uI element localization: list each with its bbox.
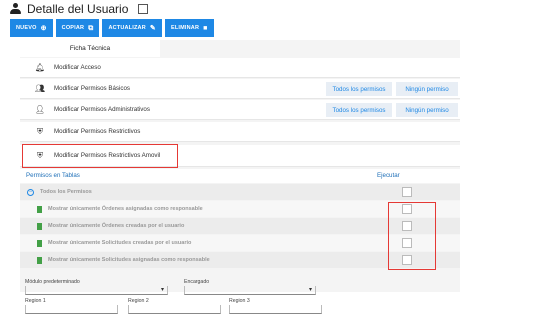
perm-row-basicos[interactable]: 👥︎ Modificar Permisos Básicos Todos los … <box>20 79 460 99</box>
perm-row-acceso[interactable]: 🔔︎ Modificar Acceso <box>20 58 460 78</box>
copiar-button[interactable]: COPIAR ⧉ <box>55 19 100 37</box>
region3-select[interactable] <box>229 305 322 314</box>
region3-label: Region 3 <box>229 298 250 304</box>
collapse-icon[interactable]: − <box>27 188 34 196</box>
chevron-down-icon: ▾ <box>160 287 164 293</box>
nuevo-button[interactable]: NUEVO ⊕ <box>10 19 53 37</box>
bell-icon: 🔔︎ <box>34 63 46 72</box>
shield-icon: ⛨ <box>37 126 43 136</box>
perm-row-restrictivos[interactable]: ⛨ Modificar Permisos Restrictivos <box>20 122 460 142</box>
tab-ficha-tecnica[interactable]: Ficha Técnica <box>20 40 160 57</box>
ningun-permiso-button[interactable]: Ningún permiso <box>396 103 458 117</box>
highlight-box <box>388 202 436 270</box>
actualizar-button[interactable]: ACTUALIZAR ✎ <box>102 19 162 37</box>
ningun-permiso-button[interactable]: Ningún permiso <box>396 82 458 96</box>
chevron-down-icon: ▾ <box>308 287 312 293</box>
eliminar-button[interactable]: ELIMINAR ■ <box>164 19 214 37</box>
region1-select[interactable] <box>25 305 118 314</box>
document-icon <box>37 256 42 264</box>
region2-label: Region 2 <box>128 298 149 304</box>
trash-icon: ■ <box>203 24 208 32</box>
encargado-select[interactable]: ▾ <box>184 286 316 295</box>
window-square-icon[interactable] <box>138 4 149 14</box>
group-icon: 👥︎ <box>34 84 46 93</box>
document-icon <box>37 222 42 230</box>
user-icon <box>10 3 21 15</box>
document-icon <box>37 239 42 247</box>
section-title: Permisos en Tablas <box>26 172 80 179</box>
pencil-icon: ✎ <box>149 24 156 32</box>
perm-row-administrativos[interactable]: 👤︎ Modificar Permisos Administrativos To… <box>20 100 460 120</box>
document-icon <box>37 205 42 213</box>
region1-label: Region 1 <box>25 298 46 304</box>
plus-circle-icon: ⊕ <box>40 24 47 32</box>
tree-row-root[interactable]: − Todos los Permisos <box>20 184 460 200</box>
modulo-select[interactable]: ▾ <box>25 286 168 295</box>
todos-permisos-button[interactable]: Todos los permisos <box>326 103 392 117</box>
permisos-tablas-header: Permisos en Tablas Ejecutar <box>20 169 460 183</box>
page-header: Detalle del Usuario <box>10 0 149 18</box>
encargado-label: Encargado <box>184 279 210 285</box>
ejecutar-checkbox[interactable] <box>402 187 412 197</box>
person-icon: 👤︎ <box>34 105 46 114</box>
copy-icon: ⧉ <box>88 24 94 32</box>
todos-permisos-button[interactable]: Todos los permisos <box>326 82 392 96</box>
toolbar: NUEVO ⊕ COPIAR ⧉ ACTUALIZAR ✎ ELIMINAR ■ <box>10 19 214 37</box>
region2-select[interactable] <box>128 305 221 314</box>
ejecutar-header: Ejecutar <box>377 172 400 179</box>
modulo-label: Módulo predeterminado <box>25 279 80 285</box>
page-title: Detalle del Usuario <box>27 2 129 16</box>
highlight-box <box>22 144 178 168</box>
